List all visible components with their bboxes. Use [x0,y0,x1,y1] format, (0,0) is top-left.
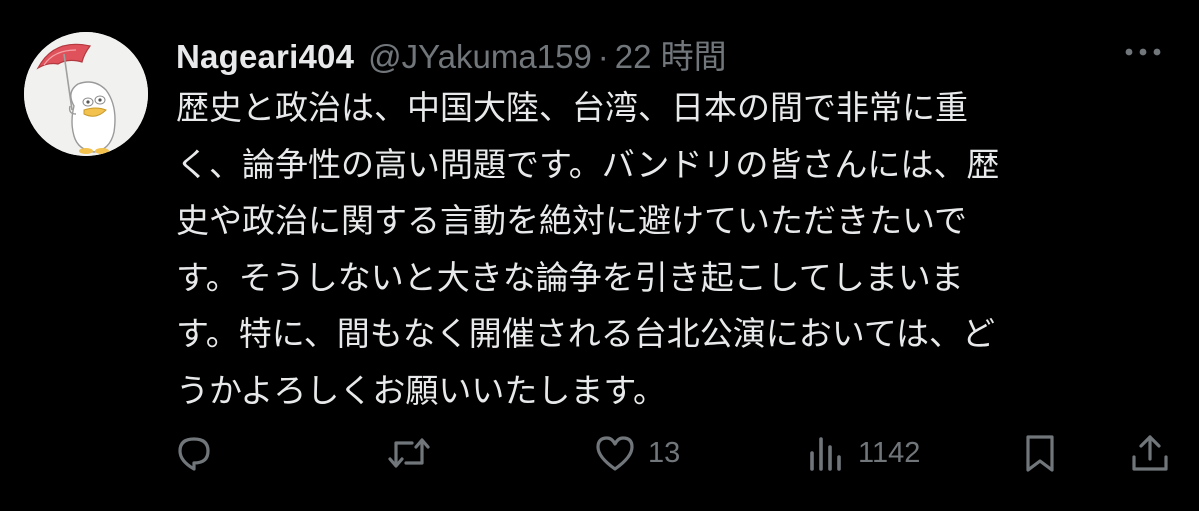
avatar[interactable] [24,32,148,156]
tweet-text-line: 史や政治に関する言動を絶対に避けていただきたいで [176,201,968,240]
tweet-header: Nageari404 @JYakuma159 · 22 時間 [176,30,727,78]
tweet-text: 歴史と政治は、中国大陸、台湾、日本の間で非常に重 く、論争性の高い問題です。バン… [176,80,1176,419]
tweet-text-line: す。特に、間もなく開催される台北公演においては、ど [176,314,996,353]
retweet-icon [386,431,432,475]
view-count: 1142 [858,436,921,469]
retweet-button[interactable] [386,425,442,481]
share-icon [1128,431,1172,475]
views-button[interactable]: 1142 [804,425,920,481]
share-button[interactable] [1128,425,1172,481]
reply-button[interactable] [172,425,226,481]
like-count: 13 [648,436,681,469]
tweet-text-line: 歴史と政治は、中国大陸、台湾、日本の間で非常に重 [176,88,968,127]
display-name[interactable]: Nageari404 [176,38,354,76]
like-button[interactable]: 13 [592,425,680,481]
bookmark-icon [1018,431,1062,475]
heart-icon [592,431,638,475]
action-bar: 13 1142 [0,425,1199,481]
user-handle[interactable]: @JYakuma159 [368,38,592,76]
views-icon [804,431,848,475]
tweet-text-line: く、論争性の高い問題です。バンドリの皆さんには、歴 [176,144,1000,184]
timestamp[interactable]: 22 時間 [615,30,727,78]
bookmark-button[interactable] [1018,425,1062,481]
more-icon[interactable] [1121,44,1165,60]
separator-dot: · [597,38,609,75]
reply-icon [172,431,216,475]
tweet-text-line: す。そうしないと大きな論争を引き起こしてしまいま [176,257,964,297]
tweet-text-line: うかよろしくお願いいたします。 [176,370,667,410]
tweet-card[interactable]: Nageari404 @JYakuma159 · 22 時間 歴史と政治は、中国… [0,0,1199,511]
